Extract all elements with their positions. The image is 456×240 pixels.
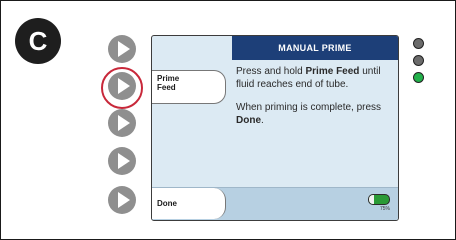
side-button-4[interactable] [108, 147, 136, 175]
indicator-led-3 [413, 72, 424, 83]
battery-icon [368, 194, 390, 205]
battery-empty-portion [369, 195, 374, 204]
play-arrow-icon [118, 153, 130, 169]
battery-label: 75% [379, 206, 390, 212]
screen-title: MANUAL PRIME [232, 36, 398, 60]
instruction-2-text-a: When priming is complete, press [236, 102, 382, 113]
instruction-1: Press and hold Prime Feed until fluid re… [236, 65, 388, 91]
play-arrow-icon [118, 41, 130, 57]
play-arrow-icon [118, 115, 130, 131]
play-arrow-icon [118, 192, 130, 208]
play-arrow-icon [118, 78, 130, 94]
softkey-prime-feed[interactable]: Prime Feed [152, 70, 226, 104]
side-button-prime-feed[interactable] [108, 72, 136, 100]
side-button-1[interactable] [108, 35, 136, 63]
indicator-led-2 [413, 55, 424, 66]
instruction-2: When priming is complete, press Done. [236, 101, 388, 127]
instruction-1-bold: Prime Feed [305, 66, 360, 77]
pump-screen: MANUAL PRIME Prime Feed Press and hold P… [151, 35, 399, 221]
instruction-text: Press and hold Prime Feed until fluid re… [236, 65, 388, 137]
side-button-3[interactable] [108, 109, 136, 137]
side-button-done[interactable] [108, 186, 136, 214]
softkey-done[interactable]: Done [152, 188, 226, 219]
status-bar: Done 75% [152, 187, 398, 220]
figure-frame: C MANUAL PRIME Prime Feed Press and hold… [0, 0, 456, 240]
softkey-prime-feed-line1: Prime [157, 74, 180, 83]
softkey-prime-feed-line2: Feed [157, 83, 176, 93]
indicator-led-1 [413, 38, 424, 49]
instruction-2-bold: Done [236, 115, 261, 126]
instruction-2-text-b: . [261, 115, 264, 126]
instruction-1-text-a: Press and hold [236, 66, 306, 77]
step-badge: C [15, 18, 61, 64]
